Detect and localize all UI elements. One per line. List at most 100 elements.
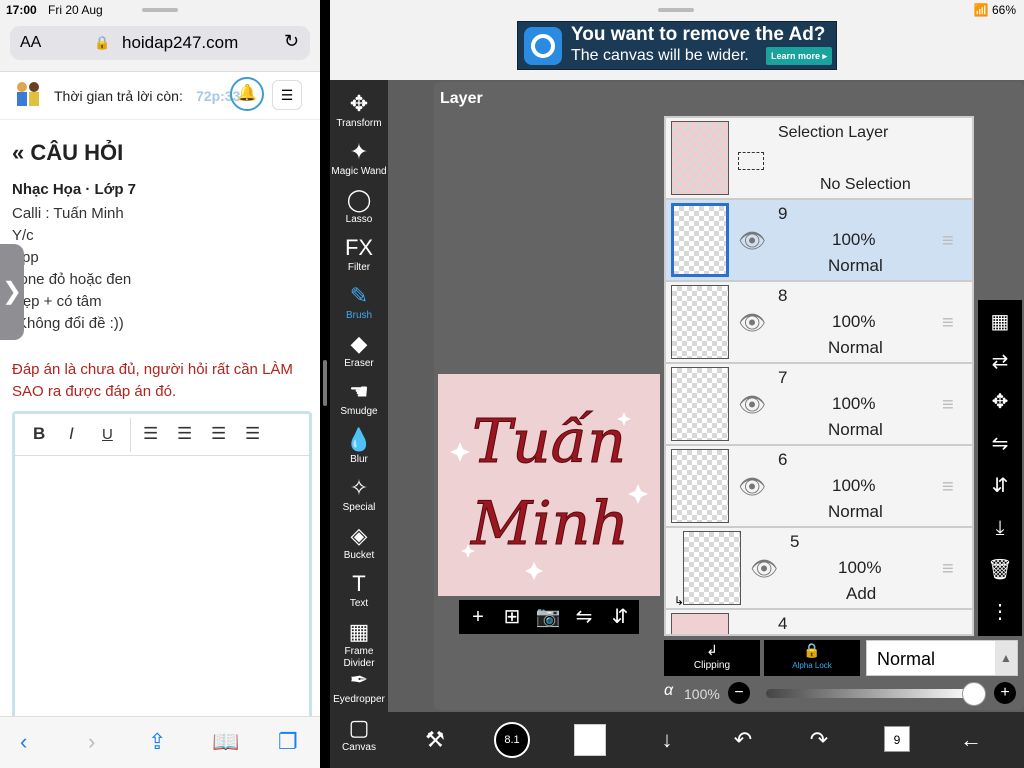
tool-label: Eraser (344, 358, 374, 369)
tool-eyedropper[interactable]: ✒ Eyedropper (330, 666, 388, 714)
side-expand-tab[interactable]: ❯ (0, 244, 24, 340)
eyedropper-icon: ✒ (349, 667, 369, 692)
layers-button[interactable]: 9 (884, 726, 910, 752)
camera-icon[interactable]: 📷 (533, 605, 563, 629)
arrow-down-icon[interactable]: ↓ (650, 724, 684, 756)
undo-icon[interactable]: ↶ (726, 724, 760, 756)
layer-row-8[interactable]: 8 👁 100% Normal ≡ (666, 282, 972, 364)
align-center-icon[interactable]: ☰ (177, 424, 192, 444)
back-icon[interactable]: ‹ (20, 729, 27, 755)
more-icon[interactable]: ⋮ (984, 596, 1016, 628)
layer-move-icon[interactable]: ⇄ (984, 346, 1016, 378)
brush-settings-icon[interactable]: ⚒ (418, 724, 452, 756)
flip-vertical-layer-icon[interactable]: ⇵ (984, 470, 1016, 502)
tool-label: Special (342, 502, 376, 513)
opacity-slider-track[interactable] (766, 689, 974, 698)
bold-button[interactable]: B (33, 424, 45, 444)
question-line: App (12, 249, 39, 266)
opacity-slider-knob[interactable] (962, 682, 986, 706)
blend-mode-select[interactable]: Normal ▲ (866, 640, 1018, 676)
opacity-increase-button[interactable]: + (994, 682, 1016, 704)
tool-canvas[interactable]: ▢ Canvas (330, 714, 388, 762)
ad-banner[interactable]: You want to remove the Ad? The canvas wi… (517, 21, 837, 70)
align-right-icon[interactable]: ☰ (211, 424, 226, 444)
bell-icon[interactable]: 🔔 (230, 77, 264, 111)
status-bar: 17:00 Fri 20 Aug (0, 0, 320, 20)
forward-icon[interactable]: › (88, 729, 95, 755)
split-view-divider[interactable] (320, 0, 330, 768)
eye-icon[interactable]: 👁 (738, 474, 766, 500)
layer-list[interactable]: Selection Layer No Selection 9 👁 100% No… (664, 116, 974, 636)
drag-handle-icon[interactable]: ≡ (942, 312, 954, 335)
tool-transform[interactable]: ✥ Transform (330, 90, 388, 138)
layer-blend-mode: Normal (828, 502, 883, 521)
answer-editor[interactable]: B I U ☰ ☰ ☰ ☰ (12, 411, 312, 731)
tool-text[interactable]: T Text (330, 570, 388, 618)
flip-horizontal-layer-icon[interactable]: ⇋ (984, 428, 1016, 460)
learn-more-button[interactable]: Learn more ▸ (766, 47, 832, 65)
brush-size-button[interactable]: 8.1 (494, 722, 530, 758)
add-layer-icon[interactable]: + (463, 605, 493, 629)
layer-row-6[interactable]: 6 👁 100% Normal ≡ (666, 446, 972, 528)
clipping-button[interactable]: ↲ Clipping (664, 640, 760, 676)
bookmarks-icon[interactable]: 📖 (212, 729, 239, 755)
tool-frame-divider[interactable]: ▦ Frame Divider (330, 618, 388, 669)
layer-row-4[interactable]: 4 (666, 610, 972, 634)
move-icon[interactable]: ✥ (984, 386, 1016, 418)
merge-down-icon[interactable]: ⤓ (984, 512, 1016, 544)
tool-lasso[interactable]: ◯ Lasso (330, 186, 388, 234)
tool-brush[interactable]: ✎ Brush (330, 282, 388, 330)
address-bar[interactable]: AA 🔒 hoidap247.com ↻ (10, 26, 310, 60)
layer-number: 8 (778, 286, 788, 305)
align-justify-icon[interactable]: ☰ (245, 424, 260, 444)
eye-icon[interactable]: 👁 (738, 310, 766, 336)
layer-number: 7 (778, 368, 788, 387)
ad-headline: You want to remove the Ad? (571, 24, 826, 45)
tool-eraser[interactable]: ◆ Eraser (330, 330, 388, 378)
tool-special[interactable]: ✧ Special (330, 474, 388, 522)
drag-handle-icon[interactable]: ≡ (942, 476, 954, 499)
opacity-decrease-button[interactable]: − (728, 682, 750, 704)
share-icon[interactable]: ⇪ (148, 729, 166, 755)
tool-smudge[interactable]: ☚ Smudge (330, 378, 388, 426)
canvas-thumbnail[interactable]: Tuấn Minh (438, 374, 660, 596)
chevron-up-icon[interactable]: ▲ (995, 641, 1017, 675)
drag-handle-icon[interactable]: ≡ (942, 394, 954, 417)
layer-row-7[interactable]: 7 👁 100% Normal ≡ (666, 364, 972, 446)
align-left-icon[interactable]: ☰ (143, 424, 158, 444)
alpha-lock-button[interactable]: 🔒 Alpha Lock (764, 640, 860, 676)
tool-label: Canvas (342, 742, 376, 753)
selection-layer-row[interactable]: Selection Layer No Selection (666, 118, 972, 200)
layer-blend-mode: Normal (828, 256, 883, 275)
multitask-handle[interactable] (658, 8, 694, 12)
eye-icon[interactable]: 👁 (738, 228, 766, 254)
flip-horizontal-icon[interactable]: ⇋ (569, 605, 599, 629)
split-handle[interactable] (323, 360, 327, 406)
trash-icon[interactable]: 🗑 (984, 554, 1016, 586)
layer-row-9[interactable]: 9 👁 100% Normal ≡ (666, 200, 972, 282)
tool-filter[interactable]: FX Filter (330, 234, 388, 282)
status-bar-right: 📶 66% (330, 0, 1024, 20)
layer-row-5[interactable]: ↳ 5 👁 100% Add ≡ (666, 528, 972, 610)
tabs-icon[interactable]: ❐ (278, 729, 298, 755)
underline-button[interactable]: U (102, 426, 113, 443)
tool-bucket[interactable]: ◈ Bucket (330, 522, 388, 570)
share-person-icon[interactable]: ☰ (272, 80, 302, 110)
drag-handle-icon[interactable]: ≡ (942, 558, 954, 581)
flip-vertical-icon[interactable]: ⇵ (605, 605, 635, 629)
redo-icon[interactable]: ↷ (802, 724, 836, 756)
reader-aa-button[interactable]: AA (20, 34, 41, 52)
tool-blur[interactable]: 💧 Blur (330, 426, 388, 474)
url-domain[interactable]: hoidap247.com (122, 33, 238, 53)
color-swatch[interactable] (574, 724, 606, 756)
tool-magic-wand[interactable]: ✦ Magic Wand (330, 138, 388, 186)
italic-button[interactable]: I (69, 424, 74, 444)
reload-icon[interactable]: ↻ (284, 31, 299, 52)
multitask-handle[interactable] (142, 8, 178, 12)
eye-icon[interactable]: 👁 (750, 556, 778, 582)
eye-icon[interactable]: 👁 (738, 392, 766, 418)
duplicate-layer-icon[interactable]: ⊞ (497, 605, 527, 629)
drag-handle-icon[interactable]: ≡ (942, 230, 954, 253)
back-arrow-icon[interactable]: ← (954, 724, 988, 756)
transparency-icon[interactable]: ▦ (984, 306, 1016, 338)
